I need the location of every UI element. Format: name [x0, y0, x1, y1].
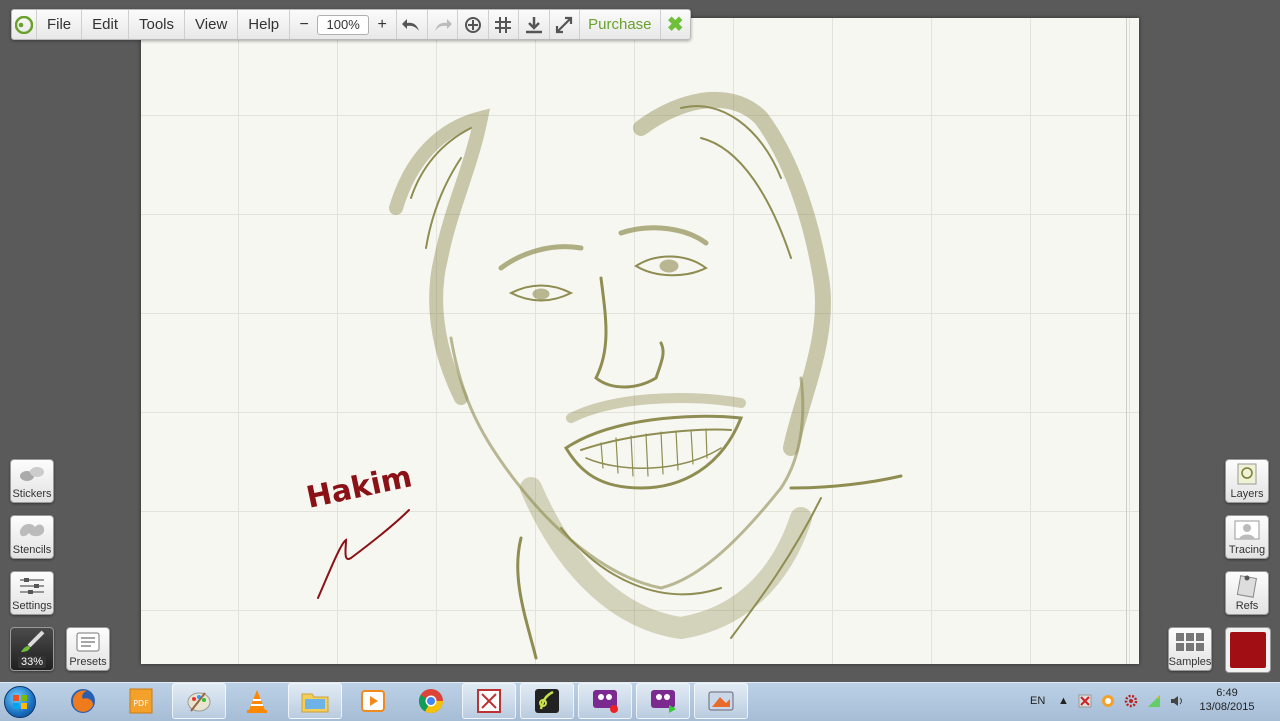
stickers-button[interactable]: Stickers: [10, 459, 54, 503]
app-logo-icon[interactable]: [12, 10, 37, 39]
language-indicator[interactable]: EN: [1030, 683, 1045, 719]
menu-view[interactable]: View: [185, 10, 239, 39]
zoom-control: − 100% +: [290, 10, 398, 39]
clock-time: 6:49: [1216, 687, 1238, 699]
transform-icon[interactable]: [458, 10, 489, 39]
tracing-button[interactable]: Tracing: [1225, 515, 1269, 559]
stencils-button[interactable]: Stencils: [10, 515, 54, 559]
presets-label: Presets: [69, 656, 107, 668]
stickers-label: Stickers: [12, 488, 52, 500]
paintbrush-icon: [11, 628, 53, 656]
explorer-icon[interactable]: [288, 683, 342, 719]
artrage-icon[interactable]: [520, 683, 574, 719]
stickers-icon: [11, 460, 53, 488]
volume-icon[interactable]: [1170, 683, 1184, 719]
vlc-icon[interactable]: [230, 683, 284, 719]
stencils-label: Stencils: [12, 544, 52, 556]
samples-label: Samples: [1168, 656, 1212, 668]
tray-flag-icon[interactable]: [1078, 683, 1092, 719]
fullscreen-icon[interactable]: [550, 10, 581, 39]
clock-date: 13/08/2015: [1199, 701, 1255, 713]
app-icon[interactable]: [462, 683, 516, 719]
menu-edit[interactable]: Edit: [82, 10, 129, 39]
show-hidden-icons-icon[interactable]: ▲: [1058, 683, 1069, 719]
presets-icon: [67, 628, 109, 656]
undo-icon[interactable]: [397, 10, 428, 39]
samples-button[interactable]: Samples: [1168, 627, 1212, 671]
close-icon[interactable]: ✖: [661, 10, 691, 39]
refs-label: Refs: [1235, 600, 1259, 612]
paint-icon[interactable]: [172, 683, 226, 719]
brush-size-value: 33%: [17, 656, 47, 668]
firefox-icon[interactable]: [56, 683, 110, 719]
chrome-icon[interactable]: [404, 683, 458, 719]
recorder-icon[interactable]: [636, 683, 690, 719]
settings-label: Settings: [12, 600, 52, 612]
zoom-out-button[interactable]: −: [296, 16, 312, 34]
main-toolbar: File Edit Tools View Help − 100% + Purch…: [11, 9, 691, 40]
signature-text: Hakim: [303, 459, 415, 515]
color-picker-swatch[interactable]: [1225, 627, 1271, 673]
recorder-icon[interactable]: [578, 683, 632, 719]
media-icon[interactable]: [694, 683, 748, 719]
samples-icon: [1169, 628, 1211, 656]
redo-icon[interactable]: [428, 10, 459, 39]
drawing-canvas[interactable]: Hakim: [141, 18, 1139, 664]
settings-button[interactable]: Settings: [10, 571, 54, 615]
grid-icon[interactable]: [489, 10, 520, 39]
refs-icon: [1226, 572, 1268, 600]
layers-icon: [1226, 460, 1268, 488]
layers-button[interactable]: Layers: [1225, 459, 1269, 503]
settings-icon: [11, 572, 53, 600]
menu-help[interactable]: Help: [238, 10, 291, 39]
portrait-sketch: Hakim: [303, 91, 903, 660]
layers-label: Layers: [1230, 488, 1264, 500]
stencils-icon: [11, 516, 53, 544]
download-icon[interactable]: [519, 10, 550, 39]
system-clock[interactable]: 6:49 13/08/2015: [1195, 686, 1259, 714]
current-color: [1230, 632, 1266, 668]
windows-logo-icon: [4, 686, 36, 718]
zoom-level-field[interactable]: 100%: [317, 14, 370, 35]
menu-file[interactable]: File: [37, 10, 83, 39]
media-player-icon[interactable]: [346, 683, 400, 719]
tray-app-icon[interactable]: [1101, 683, 1115, 719]
brush-tool-button[interactable]: 33%: [10, 627, 54, 671]
refs-button[interactable]: Refs: [1225, 571, 1269, 615]
tracing-label: Tracing: [1228, 544, 1266, 556]
menu-tools[interactable]: Tools: [129, 10, 186, 39]
presets-button[interactable]: Presets: [66, 627, 110, 671]
purchase-button[interactable]: Purchase: [580, 10, 661, 39]
start-button[interactable]: [0, 683, 40, 721]
svg-text:PDF: PDF: [133, 699, 149, 708]
tray-gear-icon[interactable]: [1124, 683, 1138, 719]
tracing-icon: [1226, 516, 1268, 544]
network-icon[interactable]: [1147, 683, 1161, 719]
zoom-in-button[interactable]: +: [374, 16, 390, 34]
pdf-icon[interactable]: PDF: [114, 683, 168, 719]
